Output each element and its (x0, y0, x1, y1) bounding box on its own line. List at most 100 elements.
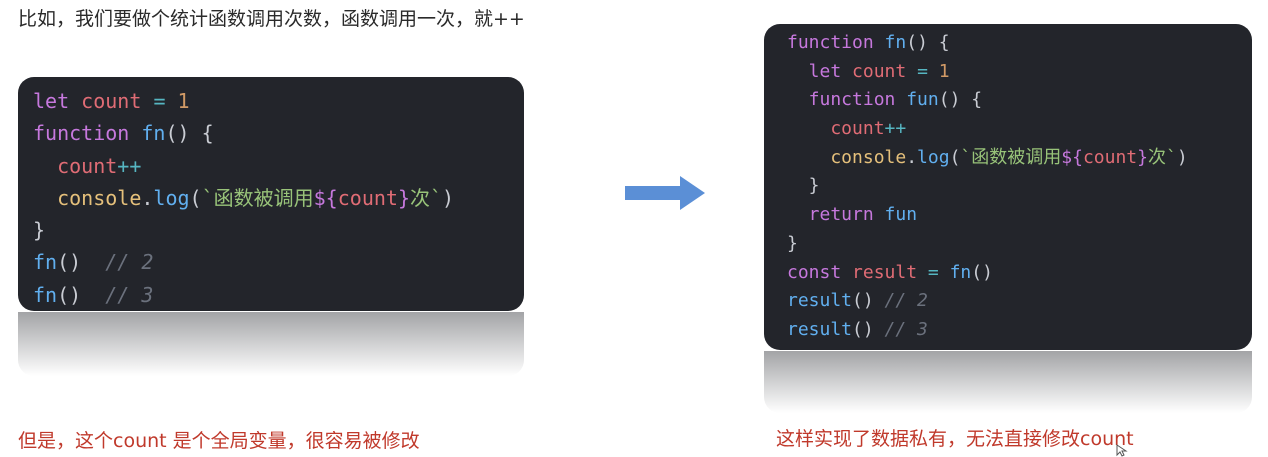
code-token: const (787, 261, 842, 283)
code-token: fun (884, 204, 918, 226)
code-token: ( (189, 185, 202, 210)
code-token: () { (165, 121, 214, 146)
code-line: let count = 1 (33, 85, 524, 117)
code-token: . (906, 146, 918, 168)
slide-heading: 比如，我们要做个统计函数调用次数，函数调用一次，就++ (18, 8, 525, 30)
code-token: ++ (884, 118, 907, 140)
code-token: 1 (938, 60, 950, 82)
code-token: fun (906, 89, 939, 111)
code-token: } (787, 232, 798, 254)
right-arrow-icon (625, 176, 705, 210)
left-caption: 但是，这个count 是个全局变量，很容易被修改 (18, 430, 420, 452)
code-token: result (852, 261, 918, 283)
code-token: ) (1176, 146, 1188, 168)
code-line: console.log(`函数被调用${count}次`) (787, 144, 1252, 173)
code-line: result() // 3 (787, 316, 1252, 345)
code-panel-right-reflection (764, 351, 1252, 413)
code-token: fn (141, 121, 166, 146)
code-line: console.log(`函数被调用${count}次`) (33, 182, 524, 214)
right-caption: 这样实现了数据私有，无法直接修改count (776, 428, 1134, 450)
code-token: () (852, 290, 885, 312)
code-token: () { (906, 32, 950, 53)
code-token: . (141, 185, 154, 210)
code-token: count (852, 60, 907, 82)
code-token: } (33, 218, 46, 243)
code-token: () (57, 250, 106, 275)
code-panel-right: function fn() {let count = 1 function fun… (764, 24, 1252, 350)
code-token: count (81, 89, 142, 113)
code-token: // 3 (884, 318, 928, 340)
code-token: ++ (117, 153, 142, 178)
mouse-pointer-icon (1116, 444, 1128, 457)
code-line: function fn() { (33, 117, 524, 149)
code-token: } (397, 185, 410, 210)
code-token: log (917, 146, 950, 168)
reflection-gradient (18, 312, 524, 376)
code-token: ${ (313, 185, 338, 210)
arrow-shape (625, 176, 705, 210)
code-token: () { (938, 89, 983, 111)
code-token: function (787, 32, 874, 53)
code-token: count (57, 153, 118, 178)
code-token: // 2 (105, 250, 154, 275)
code-token: count (337, 185, 398, 210)
code-token: function (808, 89, 896, 111)
code-token: } (808, 175, 820, 197)
code-token: } (1137, 146, 1148, 168)
code-line: result() // 2 (787, 287, 1252, 316)
code-token: count (1082, 146, 1138, 168)
code-token: 次` (1147, 146, 1177, 168)
code-line: } (787, 172, 1252, 201)
code-token: 1 (177, 89, 190, 113)
code-token: let (808, 60, 842, 82)
code-token: result (787, 318, 853, 340)
code-token: 次` (410, 185, 443, 210)
code-panel-left: let count = 1 function fn() {count++ conso… (18, 77, 524, 311)
code-token: `函数被调用 (201, 185, 314, 210)
code-token: fn (33, 282, 58, 307)
code-line: return fun (787, 201, 1252, 230)
code-token: fn (949, 261, 972, 283)
code-line: fn() // 3 (33, 279, 524, 311)
code-token: = (917, 60, 928, 82)
code-token: count (830, 118, 885, 140)
code-token: console (57, 185, 142, 210)
code-token: `函数被调用 (960, 146, 1062, 168)
code-token: function (33, 121, 130, 146)
code-panel-left-reflection (18, 312, 524, 376)
code-token: // 2 (884, 290, 928, 312)
code-line: } (787, 230, 1252, 259)
code-token: let (33, 89, 70, 113)
code-token: ( (949, 146, 961, 168)
code-line: count++ (787, 115, 1252, 144)
reflection-gradient (764, 351, 1252, 413)
code-token: = (927, 261, 939, 283)
code-token: () (57, 282, 106, 307)
code-token: fn (33, 250, 58, 275)
code-token: fn (884, 32, 907, 53)
code-line: function fn() { (787, 29, 1252, 58)
code-line: function fun() { (787, 86, 1252, 115)
code-token: () (852, 318, 885, 340)
code-token: result (787, 290, 853, 312)
code-token: = (153, 89, 166, 113)
code-line: fn() // 2 (33, 246, 524, 278)
code-token: () (971, 261, 993, 283)
code-line: let count = 1 (787, 58, 1252, 87)
code-token: ) (442, 185, 455, 210)
code-line: count++ (33, 150, 524, 182)
code-token: return (808, 204, 874, 226)
